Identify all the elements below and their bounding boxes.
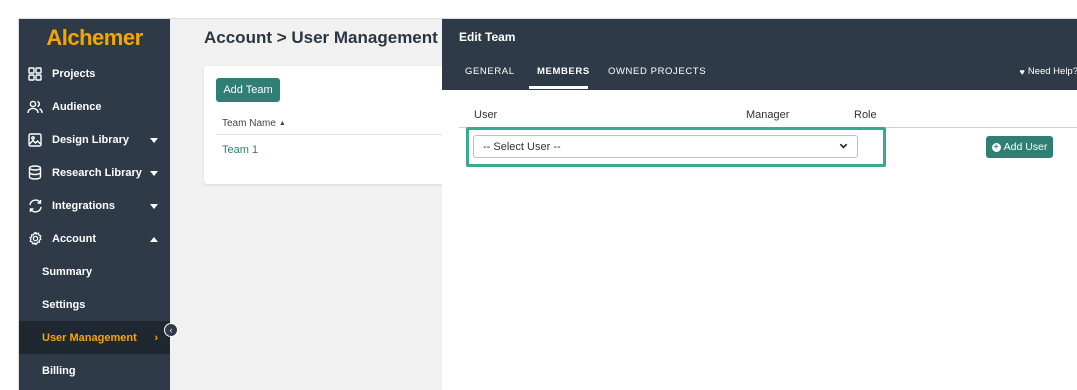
need-help-link[interactable]: ♥ Need Help? bbox=[1019, 66, 1077, 77]
sidebar-item-label: Research Library bbox=[52, 166, 142, 179]
role-column-header: Role bbox=[854, 109, 877, 121]
edit-team-panel: Edit Team GENERAL MEMBERS OWNED PROJECTS… bbox=[442, 19, 1077, 390]
page-title: Account > User Management > bbox=[204, 28, 453, 47]
tab-general[interactable]: GENERAL bbox=[465, 66, 515, 77]
sidebar-item-label: Integrations bbox=[52, 199, 115, 212]
tab-owned-projects[interactable]: OWNED PROJECTS bbox=[608, 66, 706, 77]
add-team-button[interactable]: Add Team bbox=[216, 78, 280, 102]
sidebar-item-audience[interactable]: Audience bbox=[19, 90, 170, 123]
chevron-right-icon: › bbox=[154, 332, 158, 344]
active-tab-indicator bbox=[529, 86, 588, 89]
alchemer-logo[interactable]: Alchemer bbox=[19, 19, 170, 57]
app-frame: Alchemer Projects Audience Design Librar… bbox=[18, 18, 1077, 390]
panel-title: Edit Team bbox=[459, 30, 516, 44]
caret-down-icon bbox=[150, 134, 158, 146]
sidebar-item-label: Billing bbox=[42, 364, 76, 377]
sidebar-item-label: Audience bbox=[52, 100, 102, 113]
sidebar-item-billing[interactable]: Billing bbox=[19, 354, 170, 387]
team-name-column-header[interactable]: Team Name ▲ bbox=[222, 118, 286, 129]
teams-card: Add Team Team Name ▲ Team 1 bbox=[204, 66, 449, 184]
sidebar-item-label: Summary bbox=[42, 265, 93, 278]
sidebar-item-integrations[interactable]: Integrations bbox=[19, 189, 170, 222]
team-row-link[interactable]: Team 1 bbox=[222, 144, 258, 156]
select-user-dropdown[interactable]: -- Select User -- bbox=[473, 135, 858, 158]
sort-asc-icon: ▲ bbox=[278, 120, 286, 127]
sidebar-item-settings[interactable]: Settings bbox=[19, 288, 170, 321]
caret-down-icon bbox=[150, 167, 158, 179]
table-divider bbox=[216, 134, 449, 135]
sidebar-item-label: User Management bbox=[42, 331, 137, 344]
image-icon bbox=[27, 132, 43, 148]
caret-down-icon bbox=[150, 200, 158, 212]
refresh-icon bbox=[27, 198, 43, 214]
sidebar-item-label: Account bbox=[52, 232, 96, 245]
panel-header: Edit Team GENERAL MEMBERS OWNED PROJECTS… bbox=[442, 19, 1077, 90]
caret-up-icon bbox=[150, 233, 158, 245]
sidebar-item-projects[interactable]: Projects bbox=[19, 57, 170, 90]
chevron-down-icon bbox=[839, 141, 848, 153]
sidebar: Alchemer Projects Audience Design Librar… bbox=[19, 19, 170, 390]
chevron-left-icon: ‹ bbox=[169, 325, 173, 335]
collapse-sidebar-button[interactable]: ‹ bbox=[164, 323, 178, 337]
add-user-button[interactable]: + Add User bbox=[986, 136, 1053, 158]
sidebar-item-label: Design Library bbox=[52, 133, 130, 146]
users-icon bbox=[27, 99, 43, 115]
sidebar-item-research-library[interactable]: Research Library bbox=[19, 156, 170, 189]
sidebar-item-user-management[interactable]: User Management › bbox=[19, 321, 170, 354]
grid-icon bbox=[27, 66, 43, 82]
sidebar-item-account[interactable]: Account bbox=[19, 222, 170, 255]
database-icon bbox=[27, 165, 43, 181]
select-user-value: -- Select User -- bbox=[483, 140, 561, 153]
sidebar-item-label: Settings bbox=[42, 298, 86, 311]
sidebar-item-design-library[interactable]: Design Library bbox=[19, 123, 170, 156]
sidebar-item-label: Projects bbox=[52, 67, 96, 80]
plus-circle-icon: + bbox=[991, 142, 1001, 152]
gear-icon bbox=[27, 231, 43, 247]
user-column-header: User bbox=[474, 109, 498, 121]
sidebar-item-summary[interactable]: Summary bbox=[19, 255, 170, 288]
manager-column-header: Manager bbox=[746, 109, 790, 121]
tab-members[interactable]: MEMBERS bbox=[537, 66, 590, 77]
heart-icon: ♥ bbox=[1019, 66, 1025, 77]
